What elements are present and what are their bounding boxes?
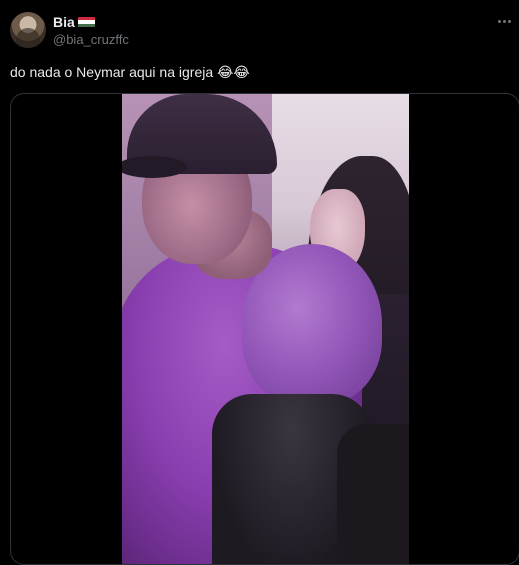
video-thumbnail[interactable] — [122, 94, 409, 564]
author-name-row: Bia — [53, 14, 95, 30]
laughing-emoji-icon: 😂😂 — [217, 65, 250, 81]
video-chair-right — [337, 424, 409, 564]
avatar[interactable] — [10, 12, 46, 48]
tweet-body: do nada o Neymar aqui na igreja — [10, 64, 214, 80]
media-container[interactable] — [10, 93, 519, 565]
author-handle[interactable]: @bia_cruzffc — [53, 32, 129, 48]
tweet-text: do nada o Neymar aqui na igreja 😂😂 — [10, 63, 250, 82]
more-options-icon[interactable] — [495, 12, 513, 30]
hungary-flag-icon — [77, 16, 95, 28]
author-display-name[interactable]: Bia — [53, 14, 75, 30]
